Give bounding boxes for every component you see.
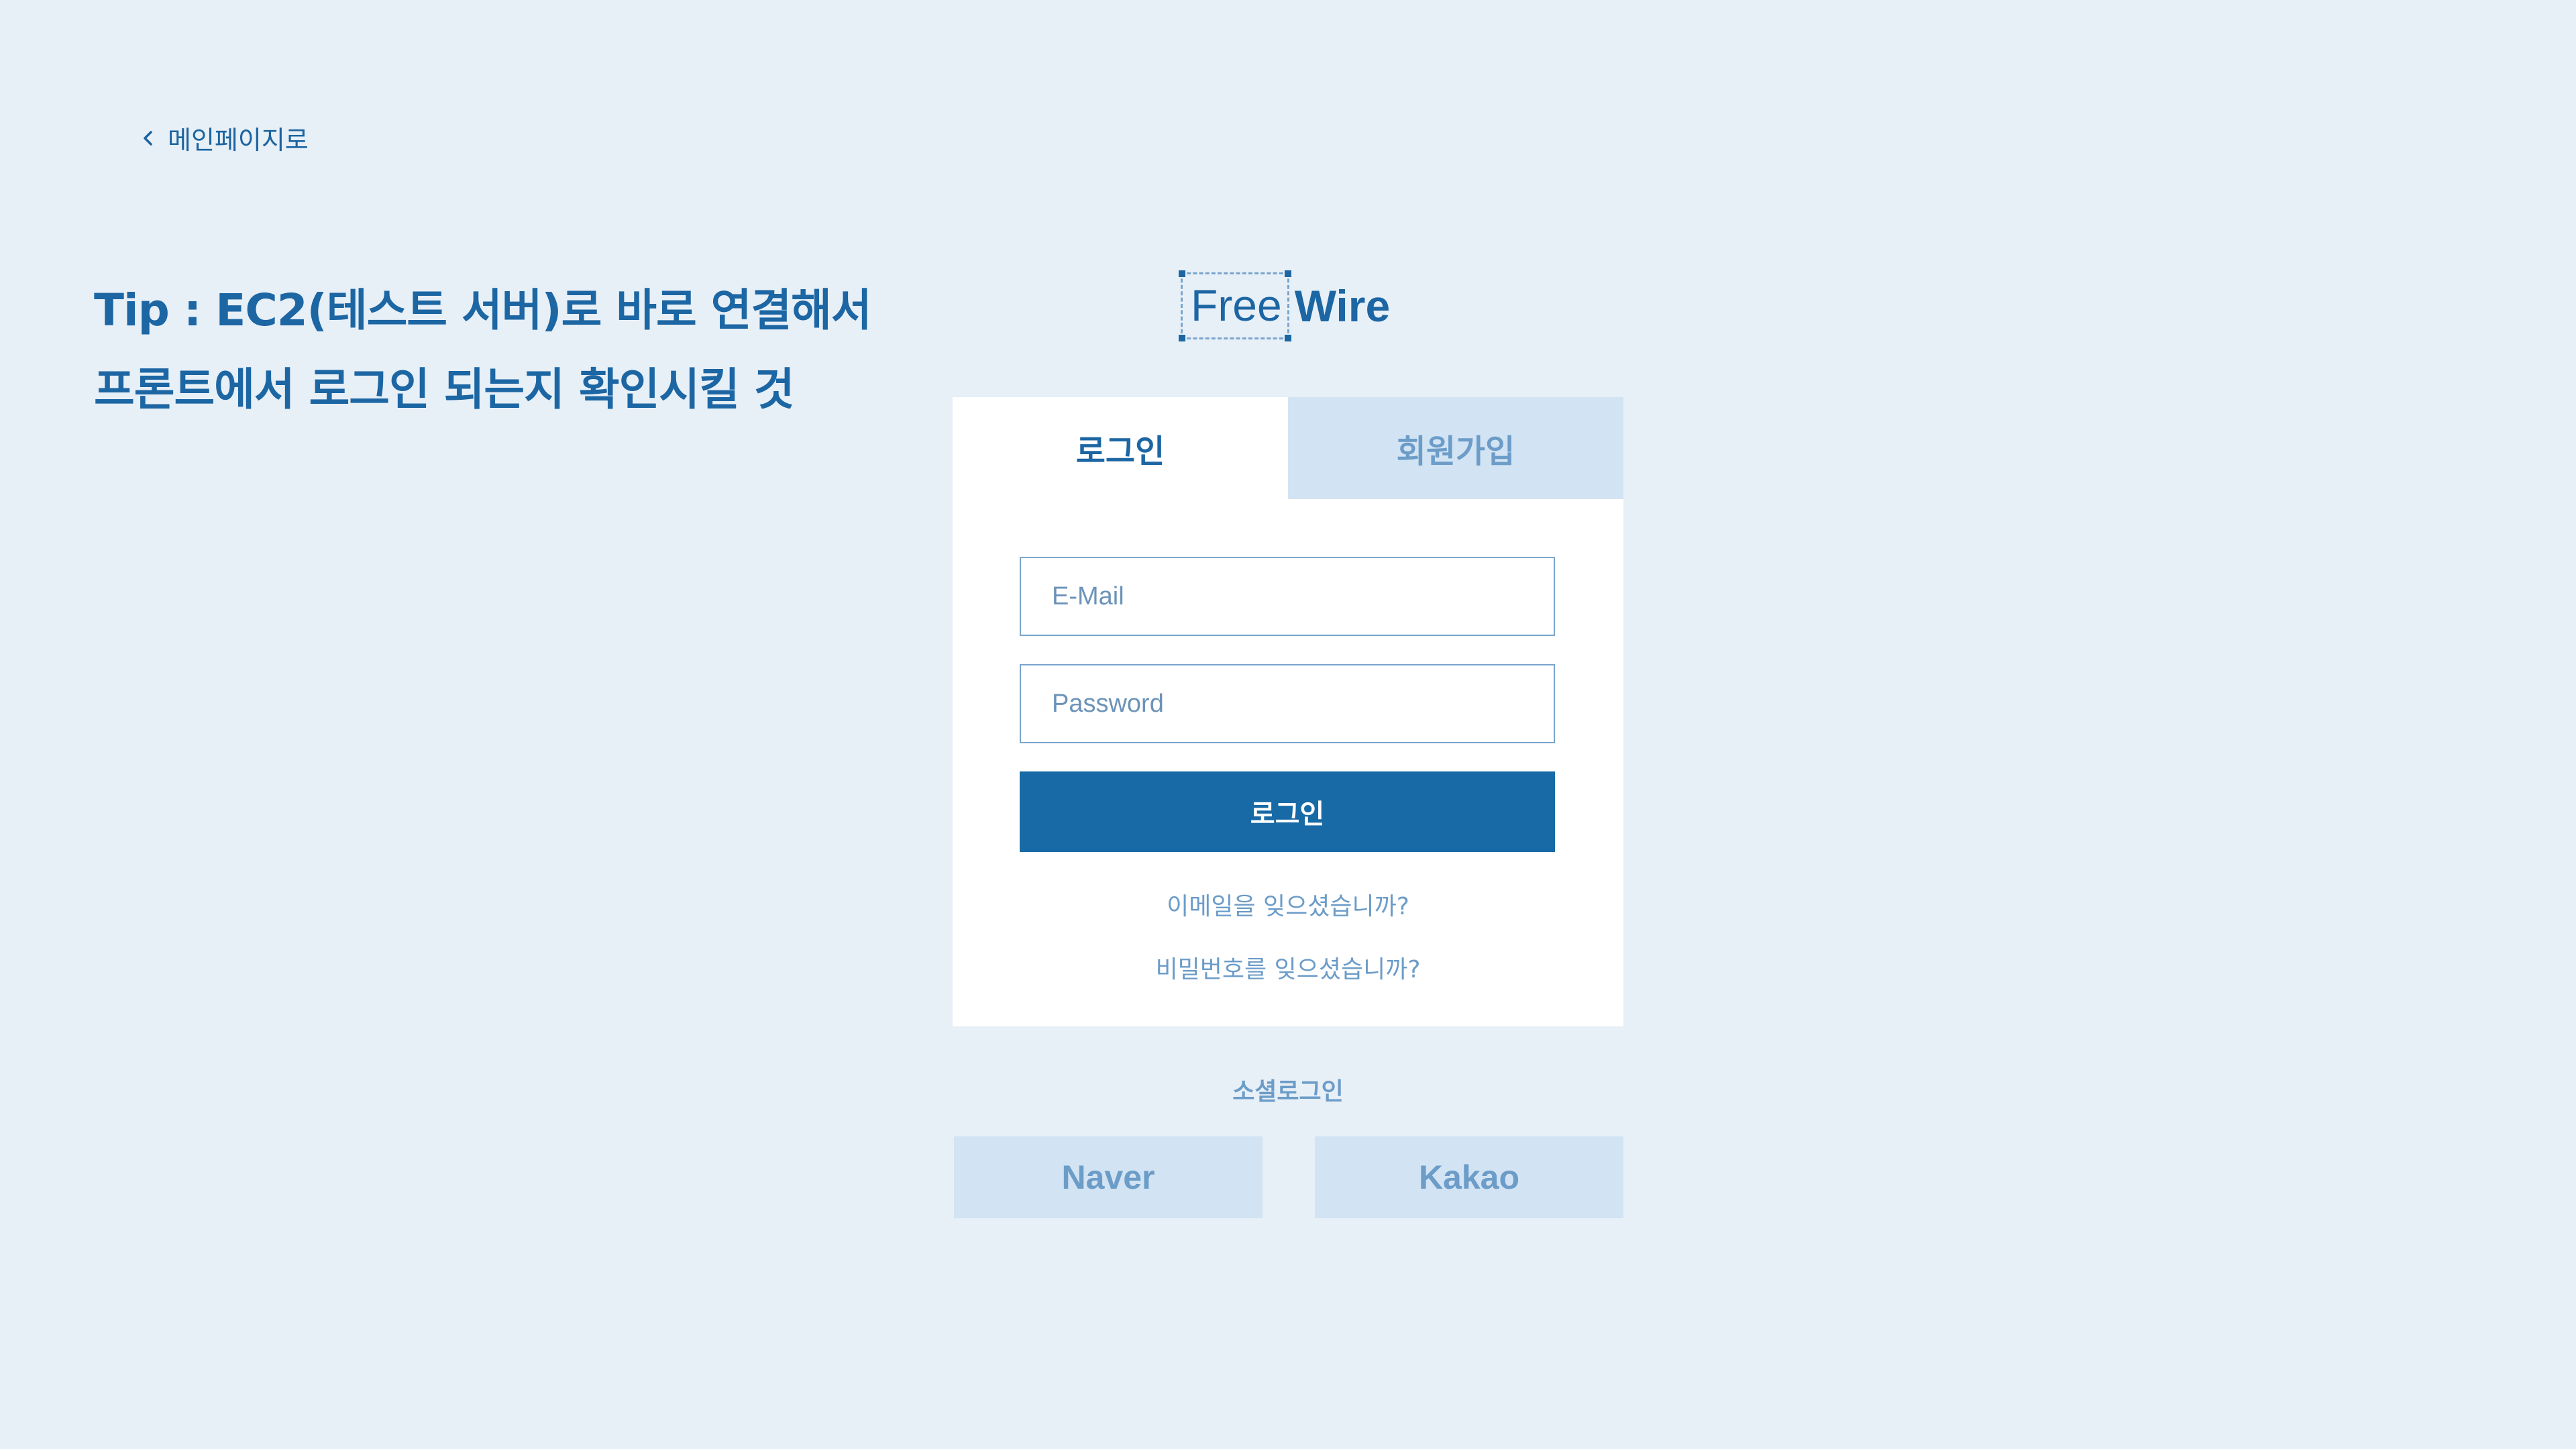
- kakao-login-button[interactable]: Kakao: [1315, 1136, 1623, 1218]
- forgot-email-link[interactable]: 이메일을 잊으셨습니까?: [953, 887, 1623, 922]
- login-card: 로그인 회원가입 로그인 이메일을 잊으셨습니까? 비밀번호를 잊으셨습니까?: [953, 397, 1623, 1026]
- password-field[interactable]: [1020, 664, 1555, 743]
- back-to-main-link[interactable]: 메인페이지로: [138, 119, 309, 156]
- forgot-password-link[interactable]: 비밀번호를 잊으셨습니까?: [953, 950, 1623, 985]
- tab-signup[interactable]: 회원가입: [1288, 397, 1623, 499]
- logo-wire-text: Wire: [1294, 281, 1391, 331]
- logo-free-text: Free: [1179, 270, 1291, 341]
- email-field[interactable]: [1020, 557, 1555, 636]
- freewire-logo: Free Wire: [1179, 270, 1391, 341]
- auth-tabs: 로그인 회원가입: [953, 397, 1623, 499]
- tip-line-1: Tip : EC2(테스트 서버)로 바로 연결해서: [94, 284, 872, 336]
- tip-line-2: 프론트에서 로그인 되는지 확인시킬 것: [94, 364, 794, 415]
- naver-login-button[interactable]: Naver: [954, 1136, 1263, 1218]
- social-login-label: 소셜로그인: [1232, 1078, 1344, 1106]
- back-link-label: 메인페이지로: [168, 125, 309, 155]
- chevron-left-icon: [144, 130, 152, 146]
- tab-login[interactable]: 로그인: [953, 397, 1288, 499]
- login-button[interactable]: 로그인: [1020, 771, 1555, 852]
- tip-note: Tip : EC2(테스트 서버)로 바로 연결해서 프론트에서 로그인 되는지…: [94, 271, 872, 429]
- login-page: 메인페이지로 Tip : EC2(테스트 서버)로 바로 연결해서 프론트에서 …: [0, 0, 2576, 1449]
